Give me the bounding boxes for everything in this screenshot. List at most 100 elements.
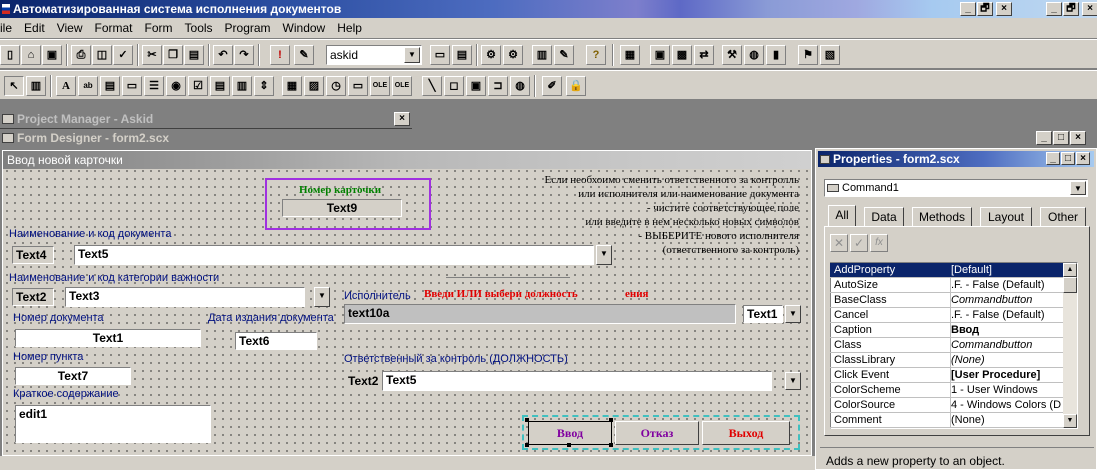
maximize-button[interactable]: 🗗 bbox=[977, 2, 993, 16]
exit-button[interactable]: Выход bbox=[702, 421, 790, 445]
chevron-down-icon[interactable]: ▼ bbox=[1070, 181, 1086, 195]
child-close-button[interactable]: × bbox=[1082, 2, 1097, 16]
button-group-icon[interactable]: ☰ bbox=[144, 76, 164, 96]
properties-icon[interactable]: ▩ bbox=[672, 45, 692, 65]
close-button[interactable]: × bbox=[996, 2, 1012, 16]
text10a-executor-field[interactable]: text10a bbox=[344, 304, 736, 324]
modify-icon[interactable]: ✎ bbox=[294, 45, 314, 65]
form-control-icon[interactable]: ▣ bbox=[650, 45, 670, 65]
tab-methods[interactable]: Methods bbox=[912, 207, 972, 227]
text1-executor-code-field[interactable]: Text1 bbox=[743, 305, 783, 323]
class-library-icon[interactable]: ▥ bbox=[26, 76, 46, 96]
edit1-summary-box[interactable]: edit1 bbox=[15, 405, 211, 443]
form-canvas[interactable]: Ввод новой карточки Номер карточки Text9… bbox=[2, 150, 812, 456]
hyperlink-icon[interactable]: ◍ bbox=[510, 76, 530, 96]
text4-field[interactable]: Text4 bbox=[12, 246, 54, 264]
layout-icon[interactable]: ▦ bbox=[620, 45, 640, 65]
property-row[interactable]: Click Event [User Procedure] bbox=[830, 368, 1063, 383]
property-value[interactable]: 1 - User Windows bbox=[951, 383, 1061, 397]
textbox-icon[interactable]: ab bbox=[78, 76, 98, 96]
editbox-icon[interactable]: ▤ bbox=[100, 76, 120, 96]
property-row[interactable]: Comment (None) bbox=[830, 413, 1063, 428]
property-value[interactable]: Commandbutton bbox=[951, 293, 1061, 307]
open-folder-icon[interactable]: ⌂ bbox=[21, 45, 41, 65]
spell-check-icon[interactable]: ✓ bbox=[113, 45, 133, 65]
cancel-button[interactable]: Отказ bbox=[615, 421, 699, 445]
run-icon[interactable]: ! bbox=[270, 45, 290, 65]
text1-doc-number-field[interactable]: Text1 bbox=[15, 329, 201, 347]
menu-tools[interactable]: Tools bbox=[179, 21, 219, 35]
tab-other[interactable]: Other bbox=[1040, 207, 1086, 227]
form-icon[interactable]: ▭ bbox=[430, 45, 450, 65]
properties-minimize-button[interactable]: _ bbox=[1046, 152, 1060, 165]
object-selector[interactable]: Command1 ▼ bbox=[824, 179, 1088, 197]
form-designer-close-button[interactable]: × bbox=[1070, 131, 1086, 145]
tab-layout[interactable]: Layout bbox=[980, 207, 1032, 227]
command-button-icon[interactable]: ▭ bbox=[122, 76, 142, 96]
tools-icon[interactable]: ⚒ bbox=[722, 45, 742, 65]
print-icon[interactable]: ⎙ bbox=[71, 45, 91, 65]
print-preview-icon[interactable]: ◫ bbox=[92, 45, 112, 65]
menu-edit[interactable]: Edit bbox=[18, 21, 51, 35]
edit-icon[interactable]: ✎ bbox=[554, 45, 574, 65]
property-value[interactable]: .F. - False (Default) bbox=[951, 308, 1061, 322]
form-designer-titlebar[interactable]: Form Designer - form2.scx _ □ × bbox=[0, 129, 1097, 148]
property-row[interactable]: AddProperty [Default] bbox=[830, 263, 1063, 278]
property-row[interactable]: BaseClass Commandbutton bbox=[830, 293, 1063, 308]
property-value-editor[interactable] bbox=[894, 234, 1084, 252]
spinner-icon[interactable]: ⇕ bbox=[254, 76, 274, 96]
text3-category-field[interactable]: Text3 bbox=[65, 287, 305, 307]
menu-program[interactable]: Program bbox=[219, 21, 277, 35]
property-row[interactable]: ColorScheme 1 - User Windows bbox=[830, 383, 1063, 398]
executor-dropdown-icon[interactable]: ▼ bbox=[785, 305, 801, 323]
properties-close-button[interactable]: × bbox=[1076, 152, 1090, 165]
property-value[interactable]: (None) bbox=[951, 353, 1061, 367]
property-scrollbar[interactable]: ▲ ▼ bbox=[1063, 263, 1077, 428]
menu-format[interactable]: Format bbox=[89, 21, 139, 35]
wizard-icon[interactable]: ⚑ bbox=[798, 45, 818, 65]
properties-titlebar[interactable]: Properties - form2.scx _ □ × bbox=[818, 151, 1094, 167]
combobox-icon[interactable]: ▤ bbox=[210, 76, 230, 96]
window-icon[interactable]: ▥ bbox=[532, 45, 552, 65]
text6-date-field[interactable]: Text6 bbox=[235, 332, 317, 350]
property-row[interactable]: AutoSize .F. - False (Default) bbox=[830, 278, 1063, 293]
align-icon[interactable]: ▮ bbox=[766, 45, 786, 65]
project-manager-close-button[interactable]: × bbox=[394, 112, 410, 126]
save-icon[interactable]: ▣ bbox=[42, 45, 62, 65]
selection-handle[interactable] bbox=[525, 443, 529, 447]
properties-maximize-button[interactable]: □ bbox=[1061, 152, 1075, 165]
form-designer-maximize-button[interactable]: □ bbox=[1053, 131, 1069, 145]
property-row[interactable]: Cancel .F. - False (Default) bbox=[830, 308, 1063, 323]
listbox-icon[interactable]: ▥ bbox=[232, 76, 252, 96]
property-value[interactable]: (None) bbox=[951, 413, 1061, 427]
function-icon[interactable]: fx bbox=[870, 234, 888, 252]
text2-category-code-field[interactable]: Text2 bbox=[12, 288, 54, 306]
category-dropdown-icon[interactable]: ▼ bbox=[314, 287, 330, 307]
property-row[interactable]: Caption Ввод bbox=[830, 323, 1063, 338]
responsible-dropdown-icon[interactable]: ▼ bbox=[785, 372, 801, 390]
selection-handle[interactable] bbox=[609, 443, 613, 447]
text5-responsible-field[interactable]: Text5 bbox=[382, 371, 772, 391]
accept-icon[interactable]: ✓ bbox=[850, 234, 868, 252]
palette-icon[interactable]: ◍ bbox=[744, 45, 764, 65]
menu-window[interactable]: Window bbox=[277, 21, 332, 35]
builder-lock-icon[interactable]: ✐ bbox=[542, 76, 562, 96]
selection-handle[interactable] bbox=[525, 418, 529, 422]
text2-responsible-code-field[interactable]: Text2 bbox=[344, 372, 380, 390]
property-row[interactable]: ColorSource 4 - Windows Colors (Def bbox=[830, 398, 1063, 413]
separator-icon[interactable]: ⊐ bbox=[488, 76, 508, 96]
new-file-icon[interactable]: ▯ bbox=[0, 45, 20, 65]
child-minimize-button[interactable]: _ bbox=[1046, 2, 1062, 16]
tab-all[interactable]: All bbox=[828, 205, 856, 227]
text7-item-field[interactable]: Text7 bbox=[15, 367, 131, 385]
child-restore-button[interactable]: 🗗 bbox=[1063, 2, 1079, 16]
property-value[interactable]: Commandbutton bbox=[951, 338, 1061, 352]
minimize-button[interactable]: _ bbox=[960, 2, 976, 16]
text5-doc-name-field[interactable]: Text5 bbox=[74, 245, 594, 265]
builder-icon[interactable]: ⚙ bbox=[503, 45, 523, 65]
property-row[interactable]: Class Commandbutton bbox=[830, 338, 1063, 353]
code-icon[interactable]: ⚙ bbox=[481, 45, 501, 65]
paste-icon[interactable]: ▤ bbox=[184, 45, 204, 65]
selection-handle[interactable] bbox=[567, 443, 571, 447]
lock-icon[interactable]: 🔒 bbox=[566, 76, 586, 96]
